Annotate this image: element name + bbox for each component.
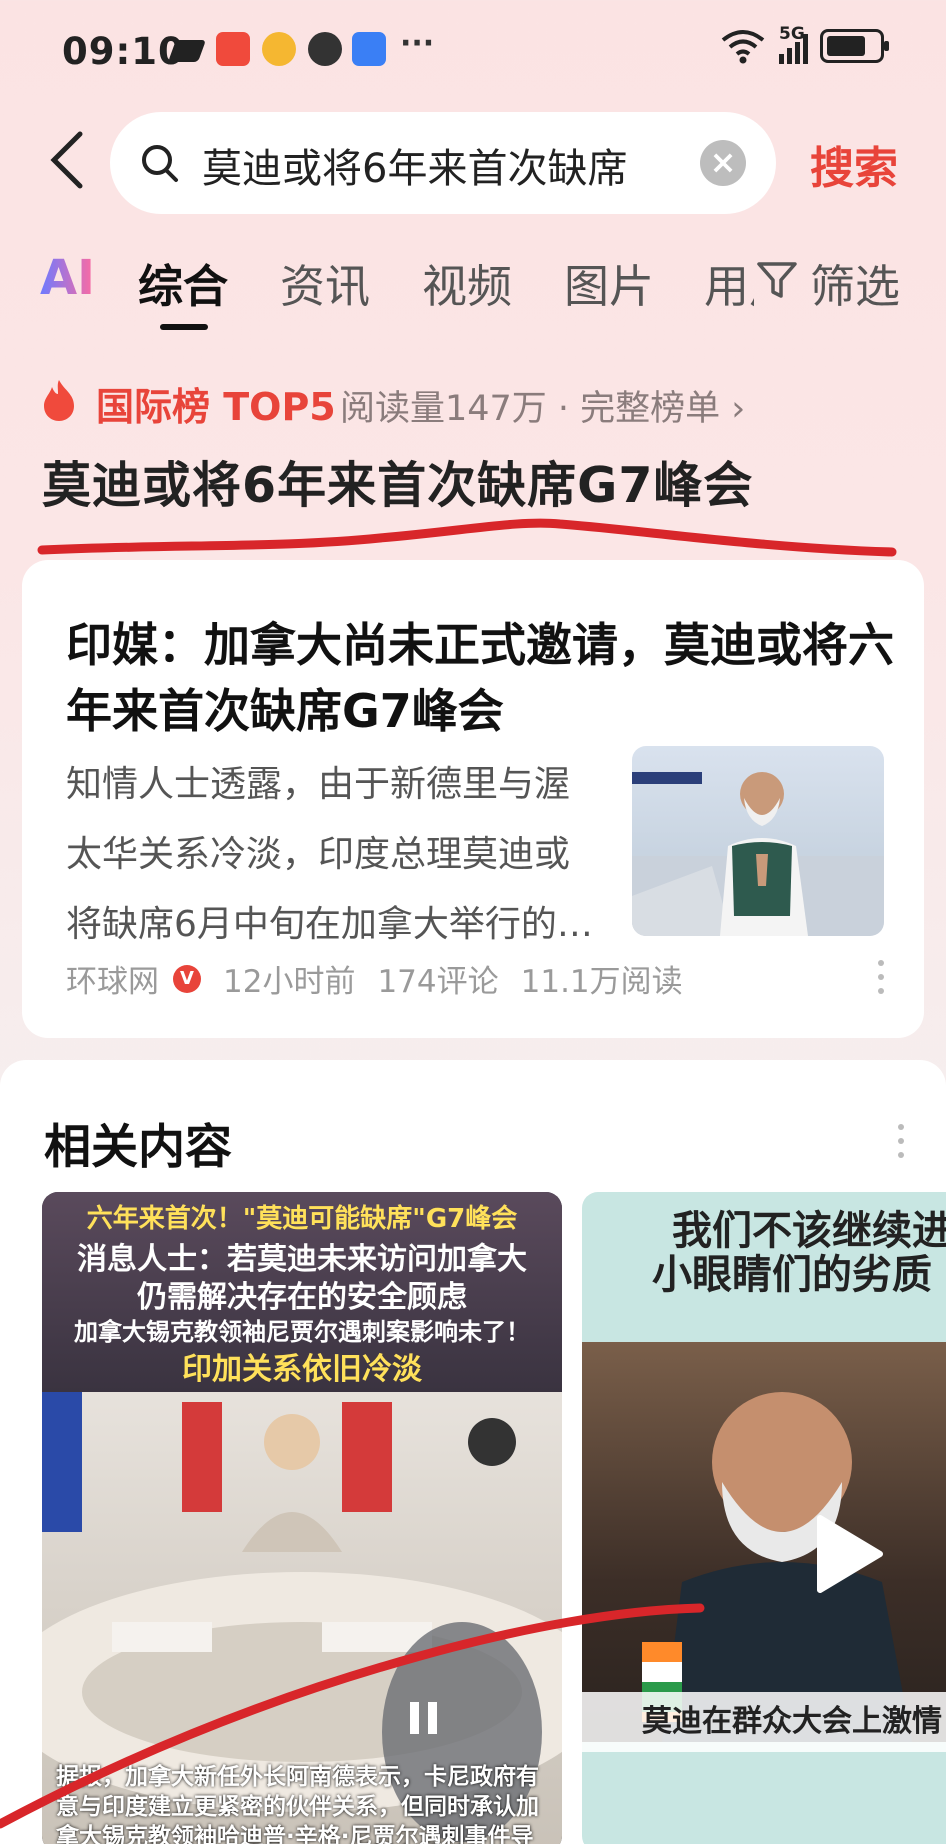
person-photo-icon	[632, 772, 884, 936]
video-caption: 莫迪在群众大会上激情	[582, 1692, 946, 1752]
more-options-icon[interactable]	[878, 960, 884, 1002]
news-thumbnail[interactable]	[632, 746, 884, 936]
video-title-line: 仍需解决存在的安全顾虑	[137, 1280, 467, 1315]
video-thumbnail	[582, 1342, 946, 1742]
tab-filter[interactable]: 筛选	[810, 250, 900, 315]
related-title: 相关内容	[44, 1120, 232, 1175]
verified-badge-icon: V	[173, 964, 201, 993]
active-tab-indicator	[160, 324, 208, 330]
app-notification-icon	[167, 40, 207, 62]
battery-icon	[820, 29, 889, 63]
tab-news[interactable]: 资讯	[280, 250, 370, 315]
play-icon[interactable]	[810, 1512, 886, 1596]
game-app-icon	[216, 32, 250, 66]
search-bar[interactable]: 莫迪或将6年来首次缺席 ×	[110, 112, 776, 214]
hot-rank-meta[interactable]: 阅读量147万 · 完整榜单 ›	[340, 380, 745, 431]
news-summary: 知情人士透露，由于新德里与渥太华关系冷淡，印度总理莫迪或将缺席6月中旬在加拿大举…	[66, 764, 593, 945]
back-button[interactable]	[46, 130, 90, 190]
signal-icon: 5G	[779, 24, 808, 64]
search-icon	[142, 145, 178, 182]
video-title-line: 六年来首次！"莫迪可能缺席"G7峰会	[86, 1204, 518, 1234]
store-app-icon	[352, 32, 386, 66]
tab-bar: AI 综合 资讯 视频 图片 用户 筛选	[0, 250, 946, 330]
wechat-icon	[308, 32, 342, 66]
status-bar: 09:10 ··· 5G	[0, 0, 946, 100]
clear-search-button[interactable]: ×	[700, 140, 746, 186]
video-title-line: 小眼睛们的劣质	[652, 1252, 932, 1298]
status-time: 09:10	[62, 30, 185, 73]
filter-icon[interactable]	[755, 258, 799, 302]
related-more-icon[interactable]	[898, 1124, 904, 1166]
news-meta: 环球网 V 12小时前 174评论 11.1万阅读	[66, 956, 683, 1001]
wifi-icon	[721, 30, 765, 64]
pause-icon[interactable]	[406, 1698, 442, 1738]
related-section: 相关内容 六年来首次！"莫迪可能缺席"G7峰会 消息人士：若莫迪未来访问加拿大 …	[0, 1060, 946, 1844]
tab-ai[interactable]: AI	[40, 250, 95, 306]
hot-rank-label[interactable]: 国际榜 TOP5	[96, 376, 336, 431]
video-title-line: 加拿大锡克教领袖尼贾尔遇刺案影响未了！	[74, 1318, 530, 1346]
network-type-label: 5G	[779, 24, 805, 44]
video-title-banner: 六年来首次！"莫迪可能缺席"G7峰会 消息人士：若莫迪未来访问加拿大 仍需解决存…	[42, 1192, 562, 1392]
news-comments: 174评论	[377, 964, 499, 1000]
more-notifications-icon: ···	[400, 26, 435, 61]
news-title[interactable]: 印媒：加拿大尚未正式邀请，莫迪或将六年来首次缺席G7峰会	[66, 612, 896, 744]
tab-comprehensive[interactable]: 综合	[138, 250, 228, 315]
fire-icon	[44, 380, 74, 421]
tab-users[interactable]: 用户	[704, 250, 754, 315]
search-button[interactable]: 搜索	[810, 132, 898, 196]
news-time: 12小时前	[223, 964, 356, 1000]
related-video-card[interactable]: 六年来首次！"莫迪可能缺席"G7峰会 消息人士：若莫迪未来访问加拿大 仍需解决存…	[42, 1192, 562, 1844]
tab-images[interactable]: 图片	[564, 250, 654, 315]
video-caption: 据报，加拿大新任外长阿南德表示，卡尼政府有意与印度建立更紧密的伙伴关系，但同时承…	[56, 1764, 539, 1844]
speaker-scene-icon	[642, 1392, 912, 1742]
news-card[interactable]: 印媒：加拿大尚未正式邀请，莫迪或将六年来首次缺席G7峰会 知情人士透露，由于新德…	[22, 560, 924, 1038]
search-input[interactable]: 莫迪或将6年来首次缺席	[202, 136, 690, 190]
related-video-card[interactable]: 我们不该继续进 小眼睛们的劣质 莫迪在群众大会上激情	[582, 1192, 946, 1844]
news-source[interactable]: 环球网	[66, 956, 159, 1001]
tab-video[interactable]: 视频	[422, 250, 512, 315]
video-title-line: 印加关系依旧冷淡	[182, 1352, 422, 1387]
weibo-icon	[262, 32, 296, 66]
news-reads: 11.1万阅读	[520, 964, 683, 1000]
chevron-left-icon	[50, 131, 83, 189]
trending-headline[interactable]: 莫迪或将6年来首次缺席G7峰会	[42, 446, 753, 517]
